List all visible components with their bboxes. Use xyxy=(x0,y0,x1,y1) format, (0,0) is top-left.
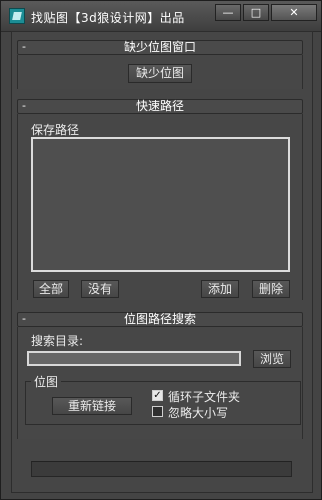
search-rollout-title: 位图路径搜索 xyxy=(123,312,196,326)
recurse-subfolders-label[interactable]: 循环子文件夹 xyxy=(168,388,240,405)
browse-button[interactable]: 浏览 xyxy=(253,350,291,368)
select-none-button[interactable]: 没有 xyxy=(81,280,119,298)
search-dir-input[interactable] xyxy=(27,351,241,366)
maximize-icon: □ xyxy=(250,6,262,19)
save-path-label: 保存路径 xyxy=(31,123,80,137)
bitmap-group-label: 位图 xyxy=(31,373,62,390)
title-bar[interactable]: 找贴图【3d狼设计网】出品 — □ ✕ xyxy=(1,1,321,32)
search-dir-label: 搜索目录: xyxy=(31,334,84,348)
select-all-button[interactable]: 全部 xyxy=(33,280,69,298)
saved-paths-list[interactable] xyxy=(31,137,290,272)
missing-rollout-title: 缺少位图窗口 xyxy=(123,40,196,54)
app-window: 找贴图【3d狼设计网】出品 — □ ✕ - 缺少位图窗口 缺少位图 - 快速路径… xyxy=(0,0,322,500)
relink-button[interactable]: 重新链接 xyxy=(52,397,132,415)
search-progress-bar xyxy=(31,461,292,477)
checkmark-icon: ✓ xyxy=(153,390,162,401)
ignore-case-label[interactable]: 忽略大小写 xyxy=(168,404,228,421)
quick-rollout-title: 快速路径 xyxy=(135,99,184,113)
add-path-button[interactable]: 添加 xyxy=(201,280,239,298)
missing-bitmaps-button[interactable]: 缺少位图 xyxy=(128,64,192,83)
app-3dsmax-icon xyxy=(9,8,25,24)
ignore-case-checkbox[interactable] xyxy=(152,406,163,417)
close-button[interactable]: ✕ xyxy=(271,4,317,21)
missing-rollout-header[interactable]: - 缺少位图窗口 xyxy=(17,40,303,55)
delete-path-button[interactable]: 删除 xyxy=(252,280,290,298)
recurse-subfolders-checkbox[interactable]: ✓ xyxy=(152,390,163,401)
minimize-button[interactable]: — xyxy=(215,4,241,21)
maximize-button[interactable]: □ xyxy=(243,4,269,21)
search-rollout-header[interactable]: - 位图路径搜索 xyxy=(17,312,303,327)
close-icon: ✕ xyxy=(289,6,299,19)
quick-rollout-header[interactable]: - 快速路径 xyxy=(17,99,303,114)
minimize-icon: — xyxy=(222,6,234,19)
window-title: 找贴图【3d狼设计网】出品 xyxy=(31,11,185,25)
